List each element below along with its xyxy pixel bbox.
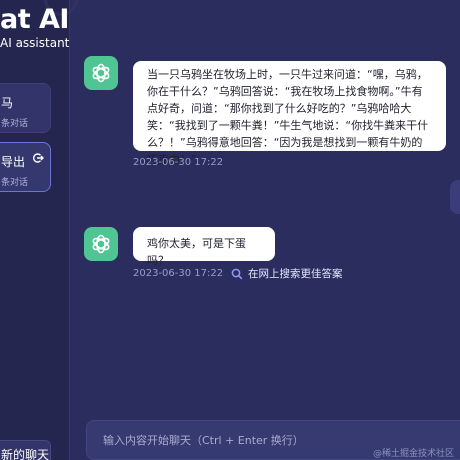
openai-logo-icon: [92, 63, 110, 83]
assistant-message: 鸡你太美，可是下蛋吗？: [133, 227, 275, 267]
conversation-count: 条对话: [1, 119, 29, 129]
message-timestamp: 2023-06-30 17:22: [133, 157, 224, 168]
search-icon: [231, 268, 243, 279]
openai-logo-icon: [84, 56, 118, 90]
search-web-label: 在网上搜索更佳答案: [248, 268, 343, 280]
sidebar: at AI AI assistant 马 条对话 导出 条对话 新的聊天: [0, 0, 78, 460]
export-icon[interactable]: [32, 152, 44, 164]
conversation-item-active[interactable]: 导出 条对话: [0, 142, 51, 192]
app-subtitle: AI assistant: [0, 36, 70, 50]
openai-logo-icon: [84, 227, 118, 261]
watermark: @稀土掘金技术社区: [372, 449, 454, 459]
app-title: at AI: [0, 4, 69, 35]
conversation-item[interactable]: 马 条对话: [0, 83, 51, 133]
conversation-title: 马: [1, 96, 14, 110]
search-web-link[interactable]: 在网上搜索更佳答案: [231, 266, 343, 281]
assistant-message: 当一只乌鸦坐在牧场上时，一只牛过来问道：“嘿，乌鸦，你在干什么？”乌鸦回答说：“…: [133, 61, 446, 166]
conversation-count: 条对话: [1, 178, 29, 188]
new-chat-button[interactable]: 新的聊天: [0, 440, 51, 460]
user-message: [450, 180, 460, 214]
openai-logo-icon: [92, 234, 110, 254]
message-timestamp: 2023-06-30 17:22: [133, 268, 224, 279]
conversation-title: 导出: [1, 155, 26, 169]
